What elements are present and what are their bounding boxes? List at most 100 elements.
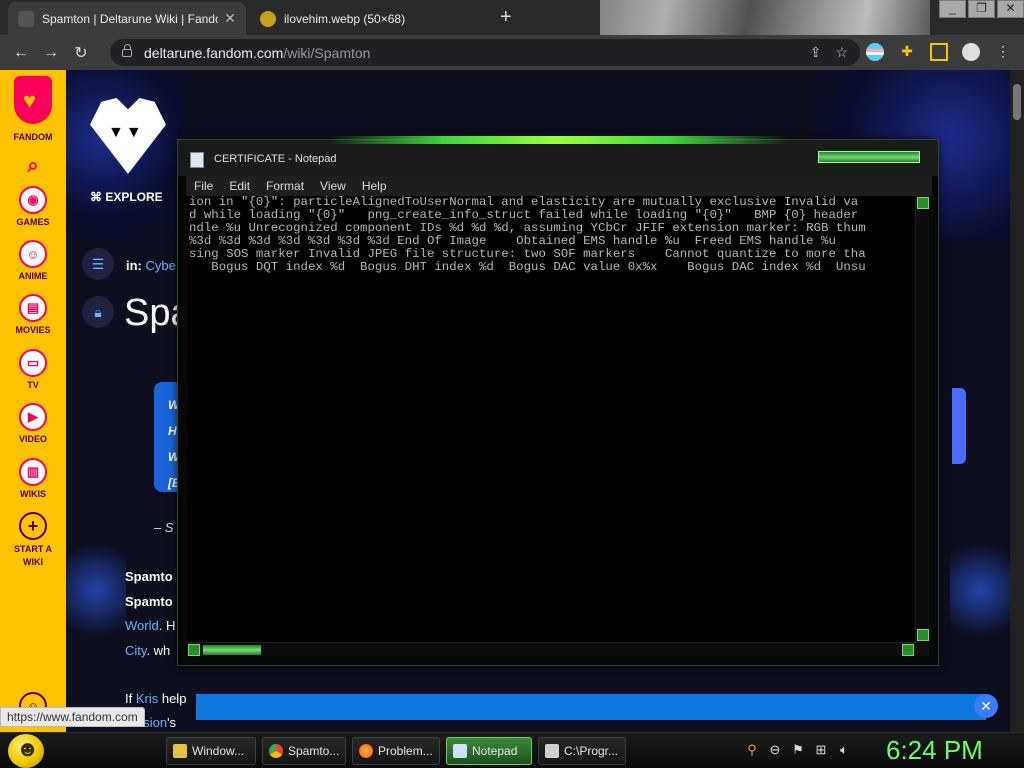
page-scrollbar[interactable]: [1010, 70, 1024, 732]
title-glow-decoration: [328, 136, 788, 144]
menu-kebab-icon[interactable]: ⋮: [994, 43, 1012, 61]
new-tab-button[interactable]: +: [500, 6, 512, 29]
taskbar-button-firefox[interactable]: Problem...: [352, 737, 440, 765]
menu-help[interactable]: Help: [362, 179, 387, 193]
close-window-button[interactable]: ✕: [997, 0, 1024, 18]
book-icon: ▥: [19, 458, 47, 486]
notification-bar[interactable]: [196, 694, 986, 720]
page-scroll-thumb[interactable]: [1013, 84, 1021, 120]
notepad-title: CERTIFICATE - Notepad: [214, 153, 337, 165]
taskbar-button-notepad[interactable]: Notepad: [446, 737, 532, 765]
scroll-right-button[interactable]: [902, 644, 914, 656]
share-icon[interactable]: ⇪: [810, 44, 822, 61]
sidepanel-icon[interactable]: [930, 43, 948, 61]
menu-format[interactable]: Format: [266, 179, 304, 193]
sidebar-item-video[interactable]: ▶ VIDEO: [0, 403, 66, 444]
side-tool-button[interactable]: [952, 388, 966, 464]
taskbar-clock[interactable]: 6:24 PM: [886, 735, 983, 766]
status-tray-icon[interactable]: ⊖: [767, 742, 783, 758]
lock-icon: [122, 43, 132, 57]
taskbar-button-chrome[interactable]: Spamto...: [262, 737, 346, 765]
extensions-puzzle-icon[interactable]: ✚: [898, 43, 916, 61]
world-link[interactable]: World: [125, 618, 159, 633]
resize-grip[interactable]: [915, 642, 929, 656]
protected-lock-icon[interactable]: 🔒︎: [82, 296, 114, 328]
network-tray-icon[interactable]: ⊞: [813, 742, 829, 758]
menu-edit[interactable]: Edit: [229, 179, 250, 193]
notepad-icon: [453, 744, 467, 758]
tab-spamton[interactable]: Spamton | Deltarune Wiki | Fando ✕: [8, 2, 246, 35]
browser-tab-strip: Spamton | Deltarune Wiki | Fando ✕ ilove…: [0, 0, 1024, 35]
menu-file[interactable]: File: [194, 179, 213, 193]
taskbar-button-windows[interactable]: Window...: [166, 737, 256, 765]
tabstrip-background-art: [600, 0, 930, 35]
chrome-icon: [269, 744, 283, 758]
reload-icon[interactable]: ↻: [66, 43, 96, 63]
category-breadcrumb: in: Cybe: [126, 258, 176, 273]
notepad-window-controls[interactable]: [818, 151, 920, 163]
notepad-icon: [190, 152, 204, 168]
sidebar-item-movies[interactable]: ▤ MOVIES: [0, 294, 66, 335]
profile-avatar-icon[interactable]: [962, 43, 980, 61]
close-notification-icon[interactable]: ✕: [974, 694, 998, 718]
notepad-title-bar[interactable]: CERTIFICATE - Notepad: [178, 140, 938, 176]
scroll-left-button[interactable]: [188, 644, 200, 656]
taskbar-button-7zip[interactable]: C:\Progr...: [538, 737, 626, 765]
body-text-line: World. H: [125, 618, 176, 633]
notepad-window[interactable]: CERTIFICATE - Notepad File Edit Format V…: [177, 136, 939, 666]
sidebar-item-start-wiki[interactable]: + START A WIKI: [0, 512, 66, 569]
taskbar: Window... Spamto... Problem... Notepad C…: [0, 732, 1024, 768]
sidebar-item-games[interactable]: ◉ GAMES: [0, 186, 66, 227]
back-icon[interactable]: ←: [6, 44, 36, 62]
url-host: deltarune.fandom.com: [144, 44, 284, 61]
fandom-global-nav: FANDOM ⌕ ◉ GAMES ☺ ANIME ▤ MOVIES ▭ TV ▶…: [0, 70, 66, 732]
volume-tray-icon[interactable]: 🔈︎: [836, 742, 852, 758]
firefox-icon: [359, 744, 373, 758]
7zip-icon: [545, 744, 559, 758]
search-tray-icon[interactable]: ⚲: [744, 742, 760, 758]
film-icon: ▤: [19, 294, 47, 322]
bookmark-star-icon[interactable]: ☆: [835, 44, 848, 61]
search-icon[interactable]: ⌕: [0, 152, 66, 183]
image-favicon-icon: [260, 10, 276, 27]
fandom-logo-label: FANDOM: [13, 132, 53, 142]
text-line: Bogus DQT index %d Bogus DHT index %d Bo…: [189, 260, 866, 274]
body-text-line: Spamto: [125, 569, 173, 584]
flag-tray-icon[interactable]: ⚑: [790, 742, 806, 758]
address-bar[interactable]: deltarune.fandom.com /wiki/Spamton ⇪ ☆: [110, 39, 860, 66]
anime-icon: ☺: [19, 240, 47, 268]
menu-view[interactable]: View: [320, 179, 346, 193]
forward-icon[interactable]: →: [36, 44, 66, 62]
browser-toolbar: ← → ↻ deltarune.fandom.com /wiki/Spamton…: [0, 35, 1024, 70]
scroll-up-button[interactable]: [917, 197, 929, 209]
horizontal-scroll-thumb[interactable]: [203, 645, 261, 655]
sidebar-item-anime[interactable]: ☺ ANIME: [0, 240, 66, 281]
fandom-logo-icon[interactable]: [14, 76, 52, 124]
side-decoration-right: [950, 530, 1010, 650]
tab-close-icon[interactable]: ✕: [224, 10, 236, 27]
notepad-text-area[interactable]: ion in "{0}": particleAlignedToUserNorma…: [187, 196, 915, 642]
window-controls: _ ❐ ✕: [937, 0, 1024, 18]
sidebar-item-tv[interactable]: ▭ TV: [0, 349, 66, 390]
gamepad-icon: ◉: [19, 186, 47, 214]
kris-link[interactable]: Kris: [136, 691, 158, 706]
tab-title: Spamton | Deltarune Wiki | Fando: [42, 11, 219, 26]
tv-icon: ▭: [19, 349, 47, 377]
notepad-vertical-scrollbar[interactable]: [915, 196, 929, 642]
start-button[interactable]: [8, 734, 44, 768]
city-link[interactable]: City: [125, 643, 146, 658]
scroll-down-button[interactable]: [917, 629, 929, 641]
status-bar-url: https://www.fandom.com: [0, 707, 145, 727]
tab-ilovehim[interactable]: ilovehim.webp (50×68): [250, 2, 500, 35]
restore-button[interactable]: ❐: [968, 0, 995, 18]
folder-icon: [173, 744, 187, 758]
system-tray: ⚲ ⊖ ⚑ ⊞ 🔈︎: [744, 742, 852, 758]
explore-menu[interactable]: ⌘ EXPLORE: [90, 190, 163, 204]
extension-flag-icon[interactable]: [866, 43, 884, 61]
minimize-button[interactable]: _: [939, 0, 966, 18]
category-link[interactable]: Cybe: [146, 258, 176, 273]
sidebar-item-wikis[interactable]: ▥ WIKIS: [0, 458, 66, 499]
tab-title: ilovehim.webp (50×68): [284, 11, 406, 26]
table-of-contents-icon[interactable]: ☰: [82, 248, 114, 280]
notepad-horizontal-scrollbar[interactable]: [187, 642, 915, 656]
